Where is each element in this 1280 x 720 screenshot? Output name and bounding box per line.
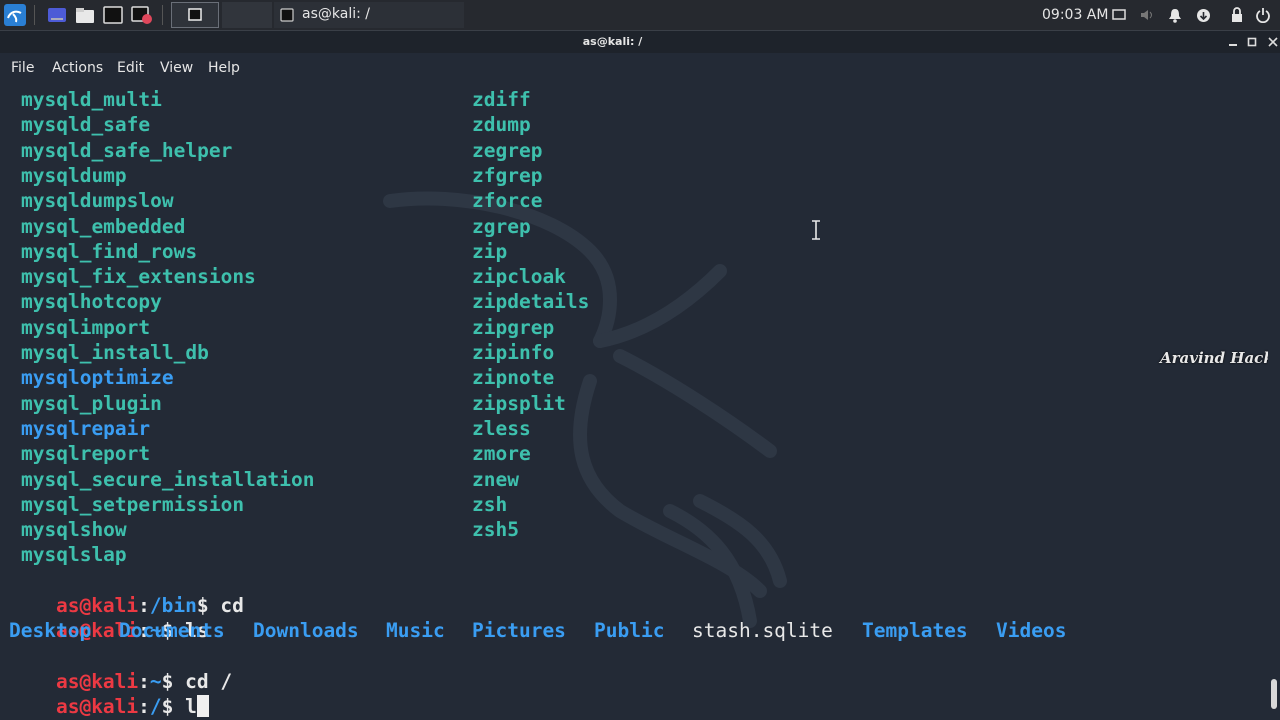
listing-entry: zforce (472, 189, 543, 213)
directory-entry: Desktop (9, 619, 92, 642)
listing-entry: mysql_setpermission (21, 492, 245, 516)
listing-entry: mysqlshow (21, 518, 127, 542)
prompt-line: as@kali:/bin$ cd (55, 594, 244, 617)
prompt-user: as@kali (55, 695, 139, 718)
listing-entry: zip (472, 239, 508, 263)
listing-entry: mysqlhotcopy (21, 290, 162, 314)
terminal-window-icon (280, 7, 294, 26)
directory-entry: Music (386, 619, 445, 642)
listing-entry: zmore (472, 442, 531, 466)
listing-entry: zdump (472, 113, 531, 137)
workspace-1-button[interactable] (171, 2, 219, 28)
menu-edit[interactable]: Edit (117, 60, 144, 76)
kali-dragon-watermark-icon (383, 191, 787, 628)
listing-entry: znew (472, 467, 519, 491)
listing-entry: zless (472, 416, 531, 440)
listing-entry: zipinfo (472, 341, 555, 364)
show-desktop-icon[interactable] (46, 3, 68, 27)
maximize-icon[interactable] (1245, 35, 1259, 49)
text-select-cursor-icon (812, 220, 820, 240)
menu-actions[interactable]: Actions (52, 60, 103, 76)
directory-entry: Videos (996, 619, 1067, 642)
listing-entry: zsh (472, 492, 508, 516)
listing-entry: zsh5 (472, 518, 519, 542)
listing-entry: zipgrep (472, 315, 555, 339)
listing-entry: zegrep (472, 138, 543, 162)
notifications-bell-icon[interactable] (1166, 6, 1184, 24)
menu-help[interactable]: Help (208, 60, 240, 76)
listing-entry: zgrep (472, 214, 531, 238)
listing-entry: mysql_install_db (21, 341, 209, 364)
scrollbar-thumb[interactable] (1271, 679, 1277, 709)
terminal-scrollbar[interactable] (1268, 81, 1280, 720)
text-cursor (196, 695, 209, 717)
volume-icon[interactable] (1138, 6, 1156, 24)
listing-entry: mysqlslap (21, 543, 127, 567)
display-icon[interactable] (1110, 6, 1128, 24)
listing-entry: mysqloptimize (21, 366, 174, 390)
listing-entry: mysql_fix_extensions (21, 265, 256, 289)
directory-entry: Pictures (472, 619, 566, 642)
prompt-line: as@kali:~$ ls (55, 619, 209, 642)
listing-entry: mysqld_multi (21, 88, 162, 111)
window-titlebar[interactable]: as@kali: / (0, 31, 1280, 53)
file-manager-icon[interactable] (74, 3, 96, 27)
directory-entry: Documents (119, 619, 225, 642)
clock[interactable]: 09:03 AM (1042, 7, 1108, 23)
listing-entry: zdiff (472, 88, 531, 111)
listing-entry: mysqldump (21, 163, 127, 187)
menu-bar: File Actions Edit View Help (0, 53, 1280, 81)
kali-menu-icon[interactable] (2, 3, 28, 27)
prompt-line: as@kali:~$ cd / (55, 670, 233, 693)
directory-entry: Templates (862, 619, 968, 642)
terminal-launcher-icon[interactable] (102, 3, 124, 27)
listing-entry: mysqldumpslow (21, 189, 174, 213)
listing-entry: mysql_embedded (21, 214, 186, 238)
prompt-path: / (149, 695, 162, 718)
top-panel: as@kali: / 09:03 AM (0, 0, 1280, 31)
listing-entry: mysql_plugin (21, 391, 162, 415)
lock-screen-icon[interactable] (1228, 6, 1246, 24)
browser-launcher-icon[interactable] (130, 3, 154, 27)
directory-entry: Public (594, 619, 665, 642)
terminal-output[interactable]: as@kali:/bin$ cd as@kali:~$ ls Desktop Do… (0, 81, 1268, 720)
minimize-icon[interactable] (1226, 35, 1240, 49)
taskbar-terminal-window-button[interactable]: as@kali: / (274, 2, 464, 28)
menu-file[interactable]: File (11, 60, 34, 76)
taskbar-window-title: as@kali: / (302, 6, 370, 22)
listing-entry: mysqlrepair (21, 416, 151, 440)
directory-entry: Downloads (253, 619, 359, 642)
file-entry: stash.sqlite (692, 619, 833, 642)
workspace-2-button[interactable] (222, 2, 272, 28)
listing-entry: mysql_secure_installation (21, 467, 315, 491)
listing-entry: zipsplit (472, 391, 566, 415)
close-icon[interactable] (1266, 35, 1280, 49)
listing-entry: mysqld_safe (21, 113, 151, 137)
listing-entry: mysqld_safe_helper (21, 138, 233, 162)
video-watermark: Aravind Hack (1160, 349, 1274, 367)
listing-entry: zfgrep (472, 163, 543, 187)
listing-entry: mysqlreport (21, 442, 151, 466)
listing-entry: mysql_find_rows (21, 239, 198, 263)
listing-entry: zipnote (472, 366, 555, 390)
listing-entry: mysqlimport (21, 315, 151, 339)
listing-entry: zipcloak (472, 265, 566, 289)
listing-entry: zipdetails (472, 290, 590, 314)
menu-view[interactable]: View (160, 60, 193, 76)
update-indicator-icon[interactable] (1194, 6, 1212, 24)
power-icon[interactable] (1254, 6, 1272, 24)
current-prompt-line[interactable]: as@kali:/$ l (9, 669, 209, 718)
prompt-command: $ l (161, 695, 197, 718)
window-title: as@kali: / (582, 35, 643, 48)
